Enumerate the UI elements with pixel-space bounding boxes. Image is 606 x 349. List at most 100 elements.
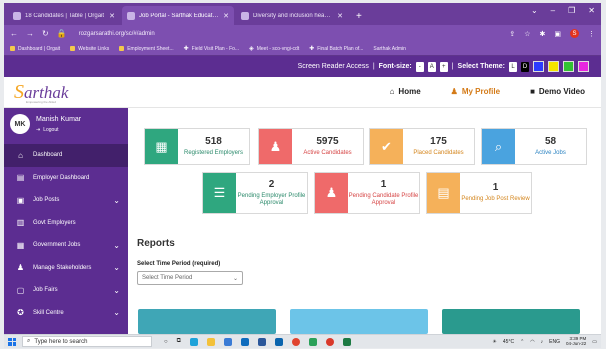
windows-start-icon[interactable]: [8, 337, 16, 346]
outlook-icon[interactable]: [274, 337, 283, 346]
bookmark-folder-icon: [119, 46, 125, 51]
tab-title: Job Portal - Sarthak Educational: [139, 12, 220, 19]
sidebar-item-job-fairs[interactable]: ▢ Job Fairs ⌄: [4, 279, 128, 302]
bookmark-item[interactable]: ✚ Final Batch Plan of...: [309, 45, 363, 53]
theme-blue-button[interactable]: [533, 61, 544, 72]
browser-tab-3[interactable]: Diversity and inclusion head/po ✕: [236, 6, 348, 25]
menu-icon[interactable]: ⋮: [588, 30, 595, 38]
reload-icon[interactable]: ↻: [42, 29, 49, 38]
stat-label: Placed Candidates: [413, 149, 464, 156]
notification-icon[interactable]: ▭: [592, 339, 597, 345]
bookmark-item[interactable]: Employment Sheet...: [119, 46, 174, 52]
report-banner-2[interactable]: [290, 309, 428, 334]
theme-green-button[interactable]: [563, 61, 574, 72]
profile-avatar[interactable]: S: [570, 29, 579, 38]
theme-dark-button[interactable]: D: [521, 61, 529, 72]
network-icon[interactable]: ◠: [530, 339, 534, 345]
edge-icon[interactable]: [189, 337, 198, 346]
stat-card-active-candidates[interactable]: ♟ 5975 Active Candidates: [258, 128, 364, 165]
bookmark-star-icon[interactable]: ☆: [524, 30, 530, 38]
theme-magenta-button[interactable]: [578, 61, 589, 72]
minimize-icon[interactable]: –: [551, 6, 555, 15]
mail-icon[interactable]: [240, 337, 249, 346]
app-icon[interactable]: [308, 337, 317, 346]
close-tab-icon[interactable]: ✕: [223, 12, 229, 20]
browser-tab-1[interactable]: 18 Candidates | Table | Orgait ✕: [8, 6, 120, 25]
stat-card-placed-candidates[interactable]: ✔ 175 Placed Candidates: [369, 128, 475, 165]
screen-reader-link[interactable]: Screen Reader Access: [298, 63, 369, 70]
sidebar-item-employer-dashboard[interactable]: ▤ Employer Dashboard: [4, 167, 128, 190]
nav-home[interactable]: ⌂ Home: [390, 87, 421, 96]
sidebar-item-dashboard[interactable]: ⌂ Dashboard: [4, 144, 128, 167]
nav-my-profile[interactable]: ♟ My Profile: [451, 87, 500, 96]
report-banner-1[interactable]: [138, 309, 276, 334]
clock[interactable]: 3:39 PM 04-Jun-22: [566, 336, 587, 347]
forward-icon[interactable]: →: [26, 29, 34, 38]
taskbar-search[interactable]: ⌕ Type here to search: [22, 336, 152, 347]
search-jobs-icon: ⌕: [482, 129, 515, 164]
excel-icon[interactable]: [342, 337, 351, 346]
sidepanel-icon[interactable]: ▣: [554, 30, 561, 38]
cortana-icon[interactable]: ○: [164, 339, 168, 345]
stat-card-pending-employer-approval[interactable]: ☰ 2 Pending Employer Profile Approval: [202, 172, 308, 214]
stat-card-pending-candidate-approval[interactable]: ♟ 1 Pending Candidate Profile Approval: [314, 172, 420, 214]
sidebar-item-job-posts[interactable]: ▣ Job Posts ⌄: [4, 189, 128, 212]
bookmark-item[interactable]: Sarthak Admin: [373, 46, 406, 52]
close-tab-icon[interactable]: ✕: [109, 12, 115, 20]
clock-date: 04-Jun-22: [566, 340, 587, 346]
stat-label: Pending Job Post Review: [461, 196, 530, 203]
weather-temp[interactable]: 45°C: [503, 339, 514, 345]
chrome-icon[interactable]: [291, 337, 300, 346]
theme-yellow-button[interactable]: [548, 61, 559, 72]
browser-tab-2[interactable]: Job Portal - Sarthak Educational ✕: [122, 6, 234, 25]
task-view-icon[interactable]: ⧉: [177, 338, 181, 345]
font-decrease-button[interactable]: -: [415, 61, 424, 72]
sidebar-item-skill-centre[interactable]: ✪ Skill Centre ⌄: [4, 302, 128, 325]
weather-icon: ☀: [492, 338, 497, 345]
bookmark-item[interactable]: ✚ Field Visit Plan - Fo...: [184, 45, 239, 53]
font-increase-button[interactable]: +: [439, 61, 448, 72]
sidebar-item-govt-employers[interactable]: ▥ Govt Employers: [4, 212, 128, 235]
sidebar-item-manage-stakeholders[interactable]: ♟ Manage Stakeholders ⌄: [4, 257, 128, 280]
url-field[interactable]: rozgarsarathi.org/sc/#/admin: [75, 31, 502, 37]
stat-card-registered-employers[interactable]: ▦ 518 Registered Employers: [144, 128, 250, 165]
report-banner-3[interactable]: [442, 309, 580, 334]
chevron-down-icon: ⌄: [113, 240, 120, 250]
bookmark-label: Dashboard | Orgait: [18, 45, 61, 52]
avatar[interactable]: MK: [10, 114, 30, 134]
extensions-icon[interactable]: ✱: [540, 30, 546, 38]
language-indicator[interactable]: ENG: [549, 339, 560, 345]
sidebar-item-government-jobs[interactable]: ▦ Government Jobs ⌄: [4, 234, 128, 257]
store-icon[interactable]: [223, 337, 232, 346]
time-period-select[interactable]: Select Time Period ⌄: [137, 271, 243, 285]
bookmark-item[interactable]: Dashboard | Orgait: [10, 46, 60, 52]
stat-card-pending-job-review[interactable]: ▤ 1 Pending Job Post Review: [426, 172, 532, 214]
sidebar-item-label: Government Jobs: [33, 242, 81, 249]
tab-title: Diversity and inclusion head/po: [253, 12, 334, 19]
file-explorer-icon[interactable]: [206, 337, 215, 346]
address-bar: ← → ↻ 🔒 rozgarsarathi.org/sc/#/admin ⇪ ☆…: [4, 25, 601, 42]
volume-icon[interactable]: ♪: [541, 339, 544, 345]
share-icon[interactable]: ⇪: [509, 30, 515, 38]
new-tab-icon[interactable]: +: [350, 11, 368, 25]
font-reset-button[interactable]: A: [427, 61, 436, 72]
close-window-icon[interactable]: ✕: [588, 6, 595, 15]
sidebar-item-label: Govt Employers: [33, 219, 76, 226]
back-icon[interactable]: ←: [10, 29, 18, 38]
close-tab-icon[interactable]: ✕: [337, 12, 343, 20]
word-icon[interactable]: [257, 337, 266, 346]
maximize-icon[interactable]: ❐: [568, 6, 575, 15]
theme-light-button[interactable]: L: [509, 61, 517, 72]
stat-card-active-jobs[interactable]: ⌕ 58 Active Jobs: [481, 128, 587, 165]
bookmark-item[interactable]: Website Links: [70, 46, 109, 52]
chrome-profile-icon[interactable]: [325, 337, 334, 346]
font-size-label: Font-size:: [378, 63, 412, 70]
logout-link[interactable]: ⇥ Logout: [36, 127, 81, 133]
tab-search-icon[interactable]: ⌄: [531, 6, 538, 15]
tray-chevron-icon[interactable]: ⌃: [520, 339, 524, 345]
nav-demo-video[interactable]: ■ Demo Video: [530, 87, 585, 96]
stat-value: 1: [492, 182, 499, 194]
bookmark-label: Sarthak Admin: [373, 45, 406, 52]
bookmark-item[interactable]: ◈ Meet - sco-vngi-cdt: [249, 45, 299, 53]
chevron-down-icon: ⌄: [113, 285, 120, 295]
